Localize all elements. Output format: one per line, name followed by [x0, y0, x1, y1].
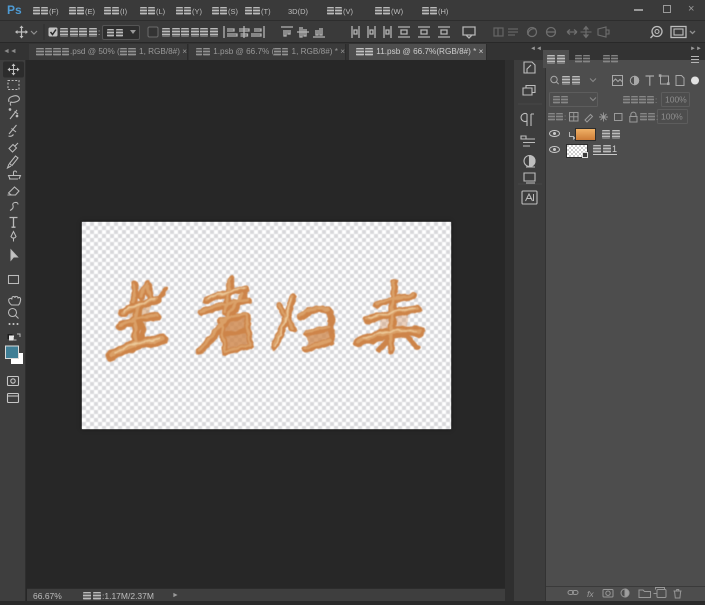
svg-text:fx: fx	[587, 589, 594, 599]
svg-text:100%: 100%	[661, 112, 683, 122]
svg-text:100%: 100%	[665, 95, 687, 105]
